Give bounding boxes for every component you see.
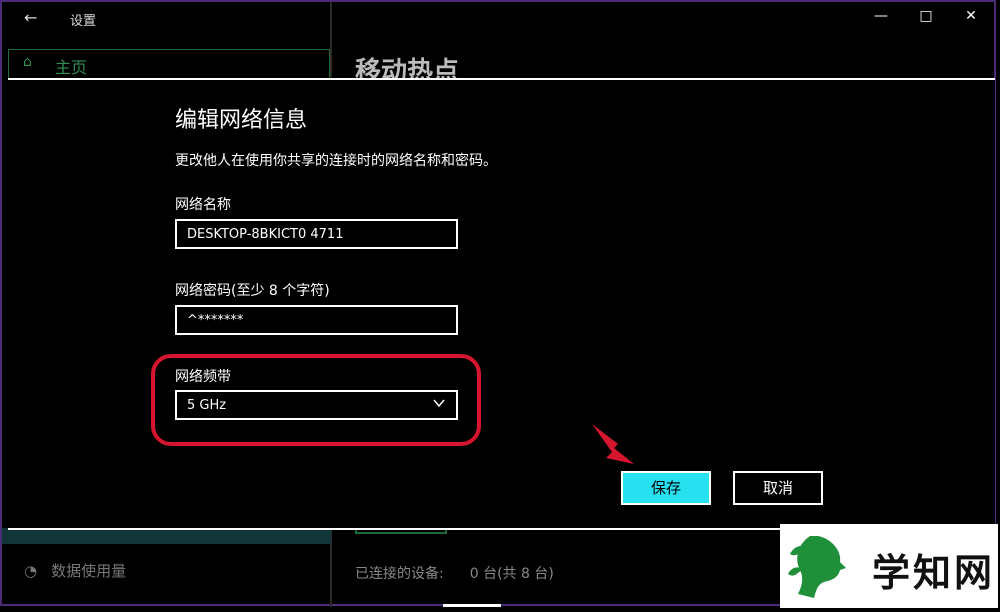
watermark-text: 学知网 (872, 550, 996, 595)
sidebar-item-home[interactable]: ⌂ 主页 (8, 49, 330, 81)
scroll-indicator (443, 604, 501, 607)
sidebar-selected-strip (2, 528, 331, 544)
edit-network-dialog: 编辑网络信息 更改他人在使用你共享的连接时的网络名称和密码。 网络名称 网络密码… (8, 78, 995, 530)
pie-chart-icon: ◔ (24, 562, 38, 580)
connected-devices: 已连接的设备: 0 台(共 8 台) (355, 563, 554, 583)
sidebar-item-label: 主页 (55, 58, 88, 77)
minimize-button[interactable]: — (866, 8, 896, 24)
sidebar-item-data-usage[interactable]: ◔ 数据使用量 (24, 560, 126, 581)
pane-divider (330, 2, 332, 77)
home-icon: ⌂ (23, 54, 32, 70)
page-title: 移动热点 (355, 57, 460, 78)
connected-devices-value: 0 台(共 8 台) (469, 566, 554, 582)
network-name-label: 网络名称 (175, 197, 231, 213)
arrow-annotation-icon (592, 424, 634, 464)
leaf-face-logo-icon (788, 536, 846, 598)
network-password-input[interactable] (175, 305, 458, 335)
band-highlight-annotation (151, 354, 481, 446)
title-bar: ← 设置 — □ ✕ (2, 2, 998, 32)
watermark-logo: 学知网 (780, 524, 998, 608)
app-title: 设置 (70, 14, 97, 29)
close-button[interactable]: ✕ (956, 8, 986, 24)
connected-devices-label: 已连接的设备: (355, 566, 444, 582)
network-name-input[interactable] (175, 219, 458, 249)
back-arrow-icon[interactable]: ← (24, 8, 37, 27)
maximize-button[interactable]: □ (911, 8, 941, 24)
save-button[interactable]: 保存 (621, 471, 711, 505)
cancel-button[interactable]: 取消 (733, 471, 823, 505)
network-password-label: 网络密码(至少 8 个字符) (175, 283, 330, 299)
sidebar-item-label: 数据使用量 (51, 562, 127, 580)
dialog-description: 更改他人在使用你共享的连接时的网络名称和密码。 (175, 153, 497, 169)
dialog-title: 编辑网络信息 (175, 108, 308, 133)
